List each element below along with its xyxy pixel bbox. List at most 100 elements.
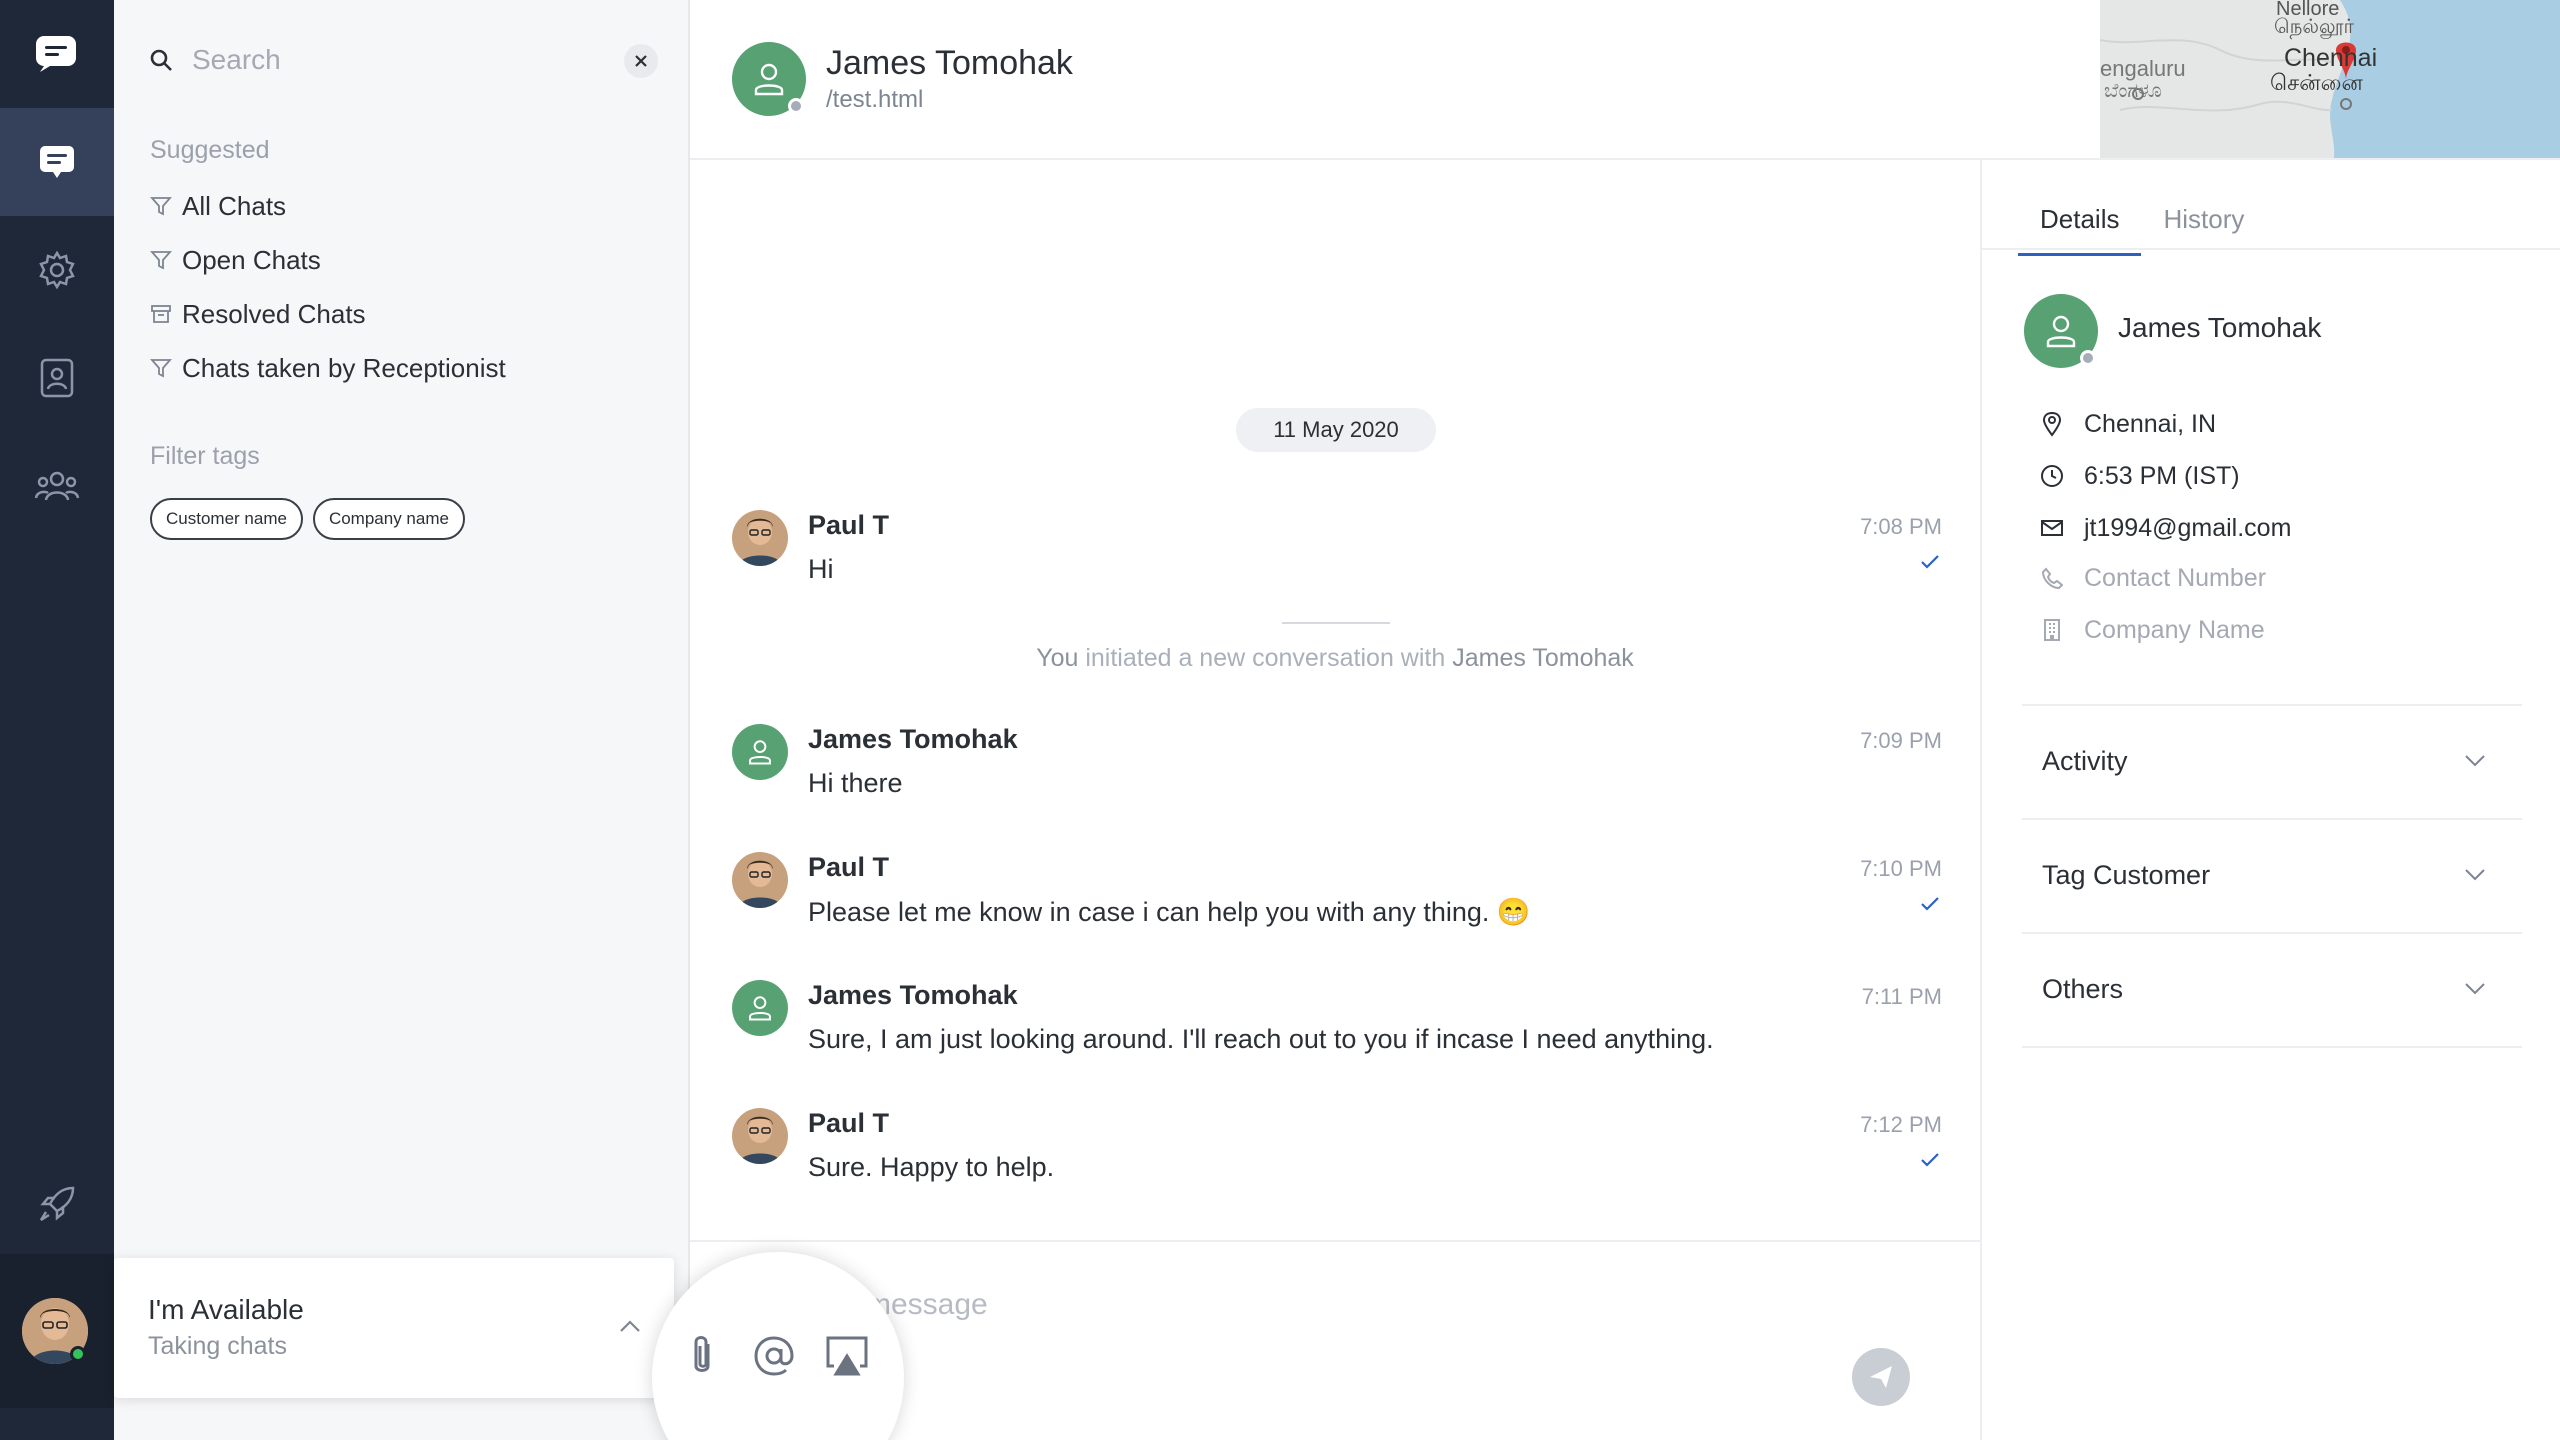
phone-placeholder: Contact Number: [2084, 563, 2267, 592]
chat-icon[interactable]: [0, 108, 114, 216]
left-rail: [0, 0, 114, 1440]
section-others[interactable]: Others: [2022, 932, 2522, 1046]
system-note: You initiated a new conversation with Ja…: [690, 644, 1980, 673]
filter-label: Open Chats: [182, 244, 321, 275]
tag-customer-name[interactable]: Customer name: [150, 498, 303, 540]
system-note-text: initiated a new conversation with: [1085, 644, 1446, 672]
filter-receptionist-chats[interactable]: Chats taken by Receptionist: [150, 348, 506, 388]
visitor-name: James Tomohak: [826, 44, 1073, 82]
email-text: jt1994@gmail.com: [2084, 513, 2292, 542]
phone-icon: [2041, 567, 2063, 589]
chevron-down-icon: [2465, 983, 2485, 995]
visitor-page-url[interactable]: /test.html: [826, 86, 923, 114]
visitor-avatar: [732, 980, 788, 1036]
filter-tags-label: Filter tags: [150, 442, 260, 470]
send-icon: [1870, 1366, 1892, 1388]
sender-name: James Tomohak: [808, 980, 1018, 1010]
team-icon[interactable]: [0, 432, 114, 540]
company-row[interactable]: Company Name: [2040, 612, 2265, 648]
user-icon: [749, 996, 771, 1021]
visitor-avatar: [732, 724, 788, 780]
message-time: 7:10 PM: [1860, 856, 1942, 881]
funnel-icon: [150, 197, 172, 216]
location-row: Chennai, IN: [2040, 406, 2216, 442]
filters-panel: Suggested All Chats Open Chats Resolved …: [114, 0, 690, 1440]
user-icon: [2046, 315, 2076, 348]
tabs-divider: [1982, 248, 2560, 250]
filter-resolved-chats[interactable]: Resolved Chats: [150, 294, 366, 334]
logo-icon[interactable]: [20, 20, 92, 86]
message-text: Sure. Happy to help.: [808, 1152, 1055, 1182]
funnel-icon: [150, 359, 172, 378]
user-icon: [749, 740, 771, 765]
funnel-icon: [150, 251, 172, 270]
clear-search-button[interactable]: [624, 44, 658, 78]
section-label: Others: [2042, 974, 2124, 1004]
message-text: Hi there: [808, 768, 903, 798]
location-map[interactable]: Nellore நெல்லூர் engaluru ಬೆಂಗಳೂ Chennai…: [2100, 0, 2560, 158]
visitor-status-dot: [2080, 350, 2096, 366]
filter-all-chats[interactable]: All Chats: [150, 186, 286, 226]
screen-share-icon[interactable]: [824, 1334, 870, 1378]
availability-subtitle: Taking chats: [148, 1332, 287, 1360]
rocket-icon[interactable]: [0, 1150, 114, 1258]
read-check-icon: [1921, 1153, 1939, 1167]
visitor-name: James Tomohak: [2118, 312, 2322, 343]
section-label: Tag Customer: [2042, 860, 2211, 890]
sender-name: Paul T: [808, 510, 890, 540]
date-separator: 11 May 2020: [1236, 408, 1436, 452]
system-note-you: You: [1036, 644, 1079, 672]
mail-icon: [2041, 520, 2063, 536]
visitor-avatar: [2024, 294, 2098, 368]
location-text: Chennai, IN: [2084, 409, 2217, 438]
filter-label: Chats taken by Receptionist: [182, 352, 506, 383]
mention-icon[interactable]: [750, 1332, 798, 1380]
filter-open-chats[interactable]: Open Chats: [150, 240, 321, 280]
tag-company-name[interactable]: Company name: [312, 498, 465, 540]
section-activity[interactable]: Activity: [2022, 704, 2522, 818]
agent-avatar: [732, 1108, 788, 1164]
details-panel: Details History James Tomohak Chennai, I…: [1980, 160, 2560, 1440]
visitor-status-dot: [788, 98, 804, 114]
availability-card[interactable]: I'm Available Taking chats: [114, 1258, 674, 1398]
send-button[interactable]: [1852, 1348, 1910, 1406]
agent-avatar: [732, 510, 788, 566]
map-label: engaluru: [2100, 56, 2186, 81]
suggested-label: Suggested: [150, 136, 270, 164]
company-placeholder: Company Name: [2084, 615, 2265, 644]
message-text: Please let me know in case i can help yo…: [808, 897, 1531, 927]
message-time: 7:08 PM: [1860, 514, 1942, 539]
sender-name: Paul T: [808, 1108, 890, 1138]
section-tag-customer[interactable]: Tag Customer: [2022, 818, 2522, 932]
message-text: Hi: [808, 554, 834, 584]
map-label: Chennai: [2284, 44, 2378, 72]
building-icon: [2044, 619, 2060, 641]
section-divider: [2022, 1046, 2522, 1048]
attachment-icon[interactable]: [682, 1332, 722, 1380]
read-check-icon: [1921, 897, 1939, 911]
map-label: சென்னை: [2270, 70, 2363, 95]
read-check-icon: [1921, 555, 1939, 569]
availability-title: I'm Available: [148, 1294, 304, 1325]
contacts-icon[interactable]: [0, 324, 114, 432]
map-label: ಬೆಂಗಳೂ: [2104, 80, 2162, 102]
user-icon: [754, 63, 784, 96]
message-thread: 11 May 2020 Paul T Hi 7:08 PM You initia…: [690, 160, 1980, 1240]
local-time-row: 6:53 PM (IST): [2040, 458, 2240, 494]
gear-icon[interactable]: [0, 216, 114, 324]
message-time: 7:12 PM: [1860, 1112, 1942, 1137]
phone-row[interactable]: Contact Number: [2040, 560, 2266, 596]
system-divider: [1282, 622, 1390, 624]
chevron-up-icon[interactable]: [618, 1318, 642, 1334]
search-input[interactable]: [192, 44, 592, 76]
search-icon: [150, 49, 172, 71]
close-icon: [635, 55, 647, 67]
clock-icon: [2041, 465, 2063, 487]
email-row[interactable]: jt1994@gmail.com: [2040, 510, 2291, 546]
filter-label: Resolved Chats: [182, 298, 366, 329]
sender-name: James Tomohak: [808, 724, 1018, 754]
section-label: Activity: [2042, 746, 2128, 776]
archive-icon: [151, 305, 171, 323]
search-bar: [148, 36, 678, 84]
chat-header: James Tomohak /test.html Nellore நெல்லூர…: [690, 0, 2560, 160]
